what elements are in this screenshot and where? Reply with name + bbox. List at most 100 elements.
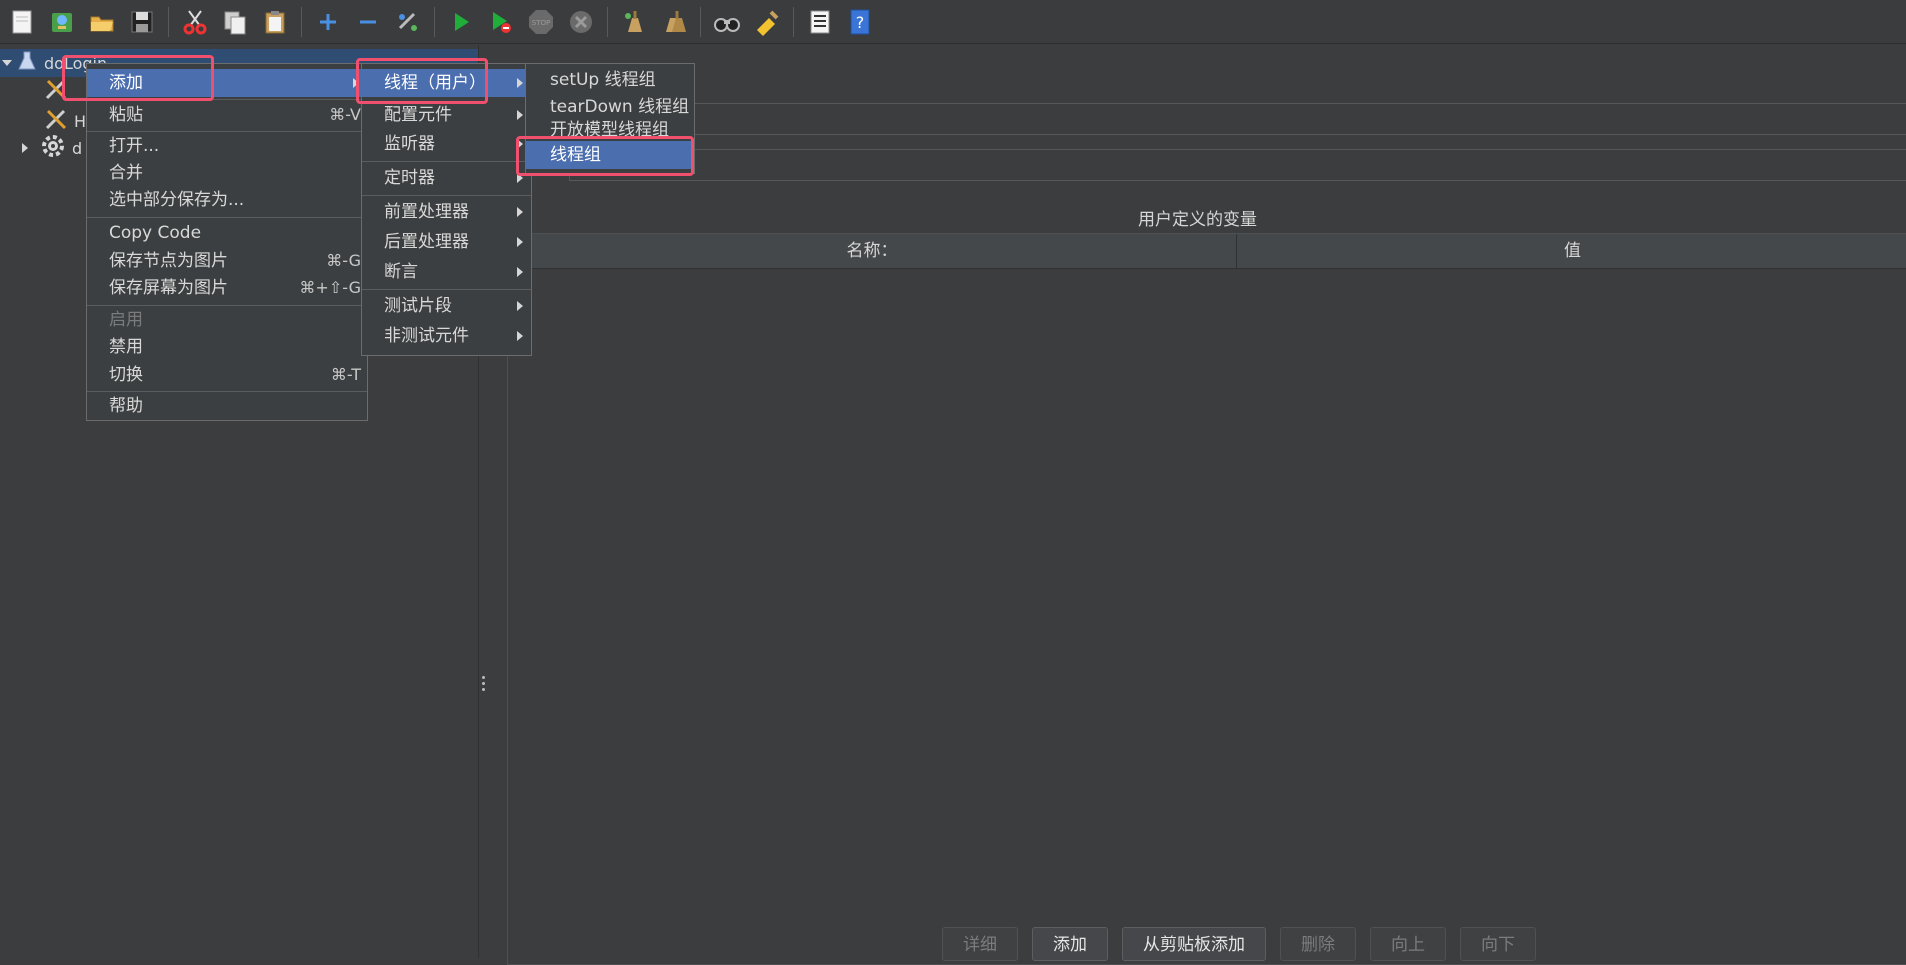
submenu-item-teardown-thread-group-label: tearDown 线程组 [550, 97, 690, 117]
up-button[interactable]: 向上 [1370, 927, 1446, 961]
submenu-arrow-icon [517, 237, 523, 247]
menu-item-disable[interactable]: 禁用 [87, 333, 367, 361]
table-header: 名称： 值 [508, 234, 1906, 269]
menu-item-save-node-image-label: 保存节点为图片 [109, 251, 228, 271]
menu-item-save-screen-image-label: 保存屏幕为图片 [109, 278, 228, 298]
context-menu: 添加 粘贴 ⌘-V 打开... 合并 选中部分保存为... Copy Code 保… [86, 63, 368, 421]
tree-item-3-label[interactable]: d [72, 139, 82, 158]
new-icon[interactable] [6, 6, 38, 38]
highlight-add [62, 55, 214, 101]
menu-item-help[interactable]: 帮助 [87, 392, 367, 420]
menu-item-enable: 启用 [87, 306, 367, 334]
shortcut-paste: ⌘-V [329, 105, 361, 124]
add-button[interactable]: 添加 [1032, 927, 1108, 961]
name-field[interactable] [689, 103, 1906, 135]
menu-item-disable-label: 禁用 [109, 337, 143, 357]
toolbar-separator [301, 6, 302, 37]
submenu-arrow-icon [517, 267, 523, 277]
menu-item-save-screen-image[interactable]: 保存屏幕为图片 ⌘+⇧-G [87, 274, 367, 302]
menu-item-save-selection-label: 选中部分保存为... [109, 190, 245, 210]
add-from-clipboard-button[interactable]: 从剪贴板添加 [1122, 927, 1266, 961]
collapse-arrow-icon[interactable] [22, 143, 28, 153]
collapse-icon[interactable] [352, 6, 384, 38]
menu-separator [362, 161, 531, 162]
shutdown-icon[interactable] [565, 6, 597, 38]
delete-button[interactable]: 删除 [1280, 927, 1356, 961]
menu-separator [87, 217, 367, 218]
clear-all-icon[interactable] [658, 6, 690, 38]
submenu-item-setup-thread-group[interactable]: setUp 线程组 [526, 66, 694, 94]
start-no-pause-icon[interactable] [485, 6, 517, 38]
submenu-item-pre-processor[interactable]: 前置处理器 [362, 198, 531, 226]
down-button[interactable]: 向下 [1460, 927, 1536, 961]
submenu-arrow-icon [517, 110, 523, 120]
submenu-item-timer[interactable]: 定时器 [362, 164, 531, 192]
toggle-icon[interactable] [392, 6, 424, 38]
help-icon[interactable]: ? [844, 6, 876, 38]
shortcut-save-node-image: ⌘-G [326, 251, 361, 270]
tree-row-item-2[interactable]: H [44, 107, 86, 135]
menu-item-save-node-image[interactable]: 保存节点为图片 ⌘-G [87, 247, 367, 275]
menu-item-paste[interactable]: 粘贴 ⌘-V [87, 101, 367, 129]
submenu-item-assertion-label: 断言 [384, 262, 418, 282]
submenu-item-post-processor-label: 后置处理器 [384, 232, 469, 252]
submenu-item-timer-label: 定时器 [384, 168, 435, 188]
tree-item-2-label[interactable]: H [74, 112, 86, 131]
stop-icon[interactable]: STOP [525, 6, 557, 38]
expand-arrow-icon[interactable] [2, 60, 12, 66]
paste-icon[interactable] [259, 6, 291, 38]
svg-text:?: ? [856, 13, 865, 32]
start-icon[interactable] [445, 6, 477, 38]
submenu-item-non-test[interactable]: 非测试元件 [362, 322, 531, 350]
menu-item-open[interactable]: 打开... [87, 132, 367, 160]
menu-item-enable-label: 启用 [109, 310, 143, 330]
cut-icon[interactable] [179, 6, 211, 38]
menu-item-help-label: 帮助 [109, 396, 143, 416]
templates-icon[interactable] [46, 6, 78, 38]
column-header-value[interactable]: 值 [1237, 234, 1906, 268]
submenu-item-test-fragment[interactable]: 测试片段 [362, 292, 531, 320]
table-buttons: 详细 添加 从剪贴板添加 删除 向上 向下 [942, 927, 1550, 961]
highlight-thread-group [516, 136, 694, 176]
comment-field[interactable] [569, 149, 1906, 181]
submenu-arrow-icon [517, 301, 523, 311]
submenu-arrow-icon [517, 207, 523, 217]
shortcut-toggle: ⌘-T [330, 365, 361, 384]
menu-item-toggle[interactable]: 切换 ⌘-T [87, 361, 367, 389]
reset-search-icon[interactable] [751, 6, 783, 38]
menu-item-merge-label: 合并 [109, 163, 143, 183]
submenu-item-post-processor[interactable]: 后置处理器 [362, 228, 531, 256]
open-icon[interactable] [86, 6, 118, 38]
menu-separator [362, 195, 531, 196]
highlight-threads [356, 58, 488, 104]
submenu-item-assertion[interactable]: 断言 [362, 258, 531, 286]
menu-item-copy-code[interactable]: Copy Code [87, 219, 367, 247]
menu-item-merge[interactable]: 合并 [87, 159, 367, 187]
toolbar-separator [607, 6, 608, 37]
splitter-grip-icon[interactable] [482, 676, 485, 696]
user-vars-table[interactable]: 名称： 值 [507, 233, 1906, 965]
submenu-item-config-label: 配置元件 [384, 105, 452, 125]
expand-icon[interactable] [312, 6, 344, 38]
copy-icon[interactable] [219, 6, 251, 38]
search-icon[interactable] [711, 6, 743, 38]
submenu-item-config[interactable]: 配置元件 [362, 101, 531, 129]
menu-separator [362, 289, 531, 290]
add-submenu: 线程（用户） 配置元件 监听器 定时器 前置处理器 后置处理器 断言 测试片段 … [361, 63, 532, 356]
save-icon[interactable] [126, 6, 158, 38]
tree-row-item-3[interactable]: d [22, 134, 82, 162]
column-header-name[interactable]: 名称： [508, 234, 1237, 268]
shortcut-save-screen-image: ⌘+⇧-G [299, 278, 361, 297]
detail-button[interactable]: 详细 [942, 927, 1018, 961]
flask-icon [18, 51, 36, 76]
gear-icon [40, 133, 66, 164]
menu-item-save-selection[interactable]: 选中部分保存为... [87, 186, 367, 214]
clear-icon[interactable] [618, 6, 650, 38]
submenu-item-listener[interactable]: 监听器 [362, 130, 531, 158]
right-panel: 用户定义的变量 名称： 值 详细 添加 从剪贴板添加 删除 向上 向下 [489, 45, 1906, 965]
toolbar-separator [793, 6, 794, 37]
menu-item-toggle-label: 切换 [109, 365, 143, 385]
submenu-item-non-test-label: 非测试元件 [384, 326, 469, 346]
function-helper-icon[interactable] [804, 6, 836, 38]
submenu-item-open-model-thread-group[interactable]: 开放模型线程组 [526, 116, 694, 136]
